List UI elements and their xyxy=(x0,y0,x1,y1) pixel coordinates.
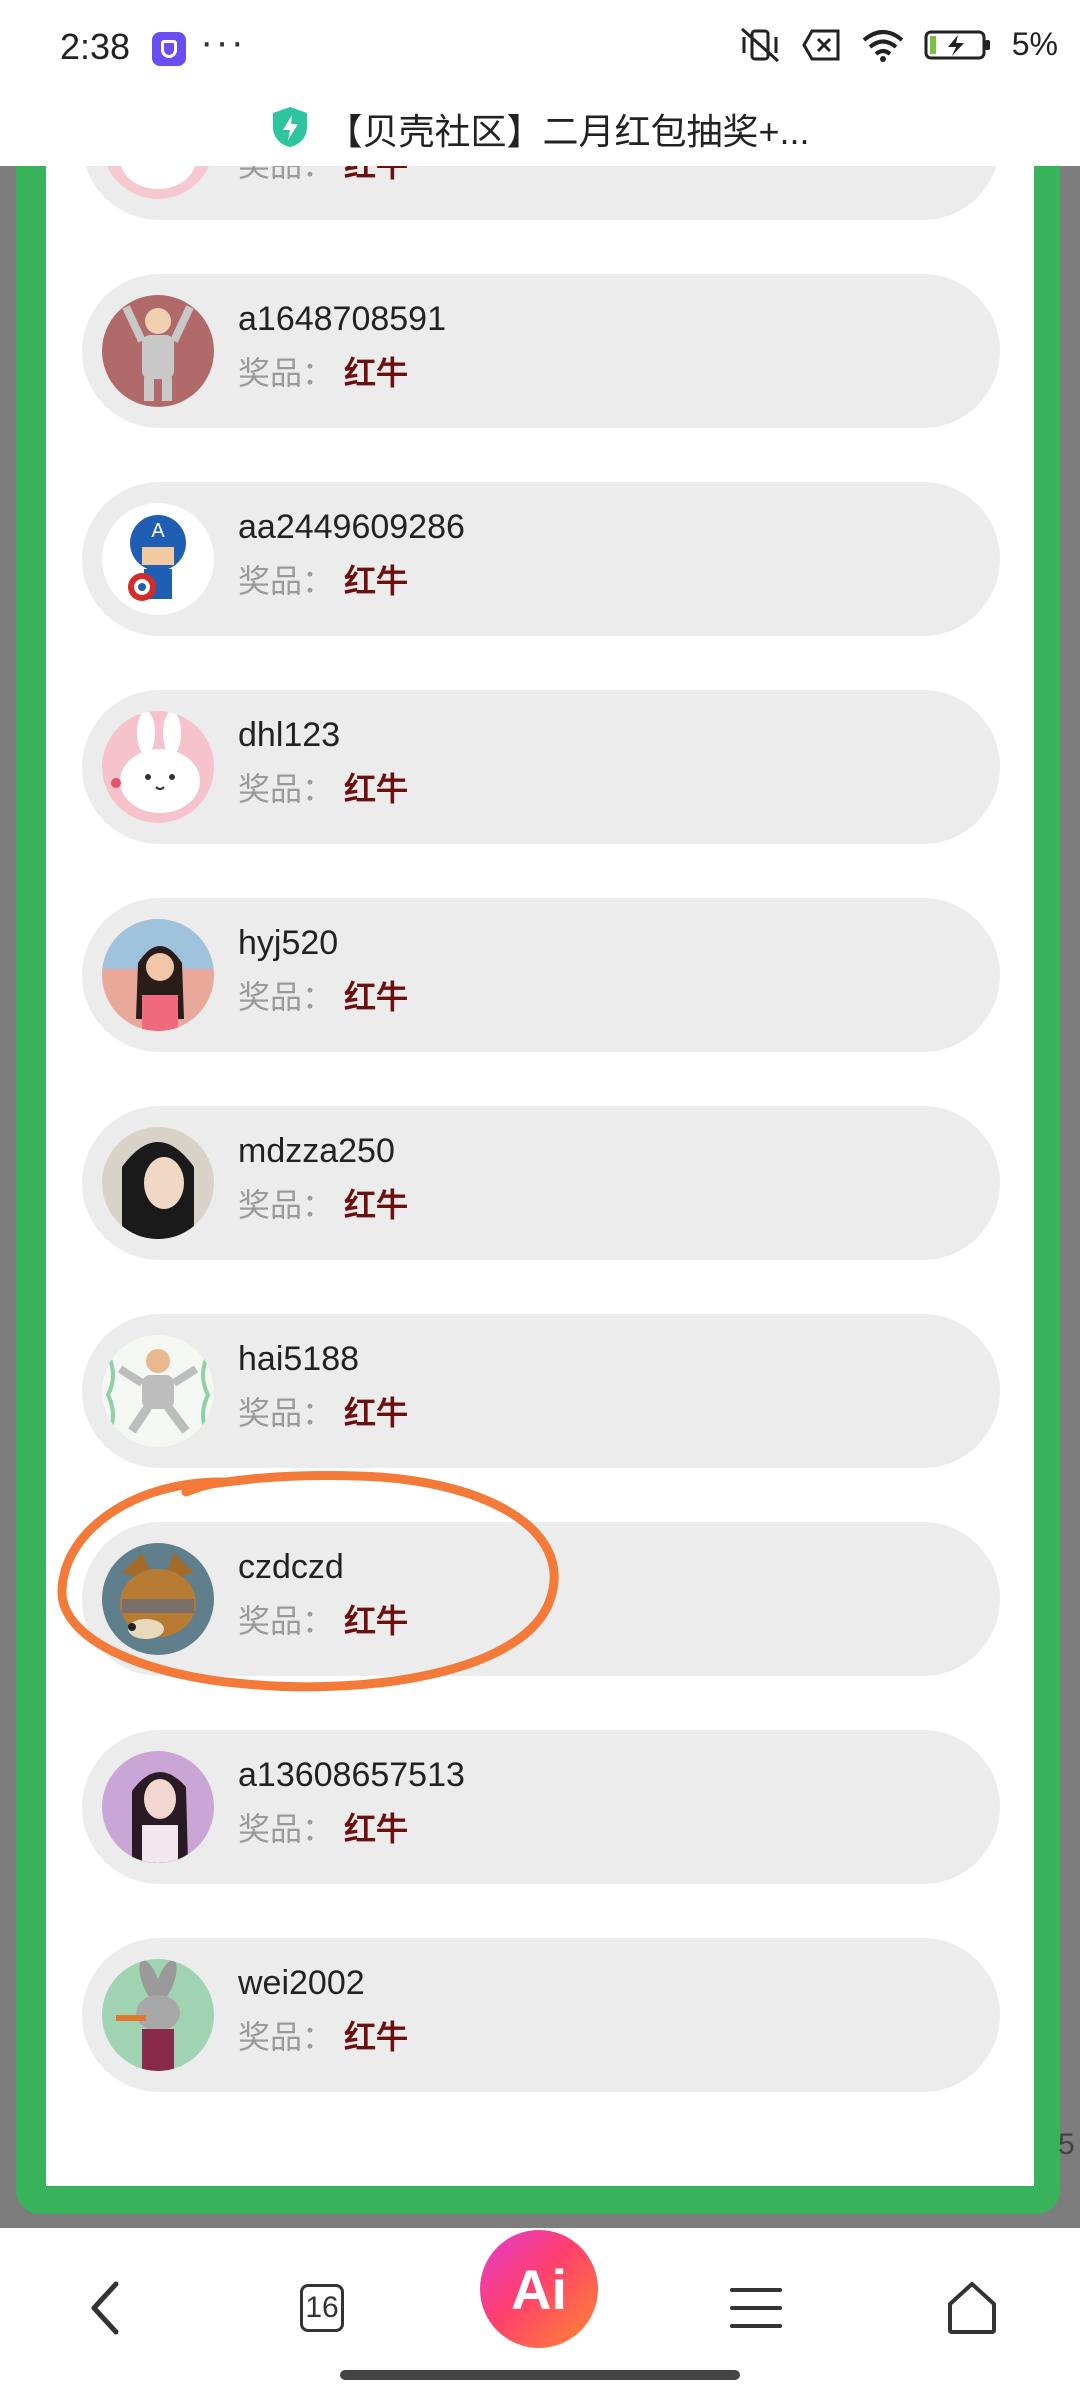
prize-line: 奖品：红牛 xyxy=(238,972,408,1018)
ai-assistant-button[interactable]: Ai xyxy=(480,2230,598,2348)
bunny-avatar-icon xyxy=(102,711,214,823)
home-button[interactable] xyxy=(932,2268,1012,2348)
prize-label: 奖品： xyxy=(238,1395,335,1431)
prize-label: 奖品： xyxy=(238,979,335,1015)
dog-cartoon-avatar-icon xyxy=(102,1543,214,1655)
prize-value: 红牛 xyxy=(344,355,409,391)
prize-line: 奖品：红牛 xyxy=(238,1388,408,1434)
winner-username: a13608657513 xyxy=(238,1756,465,1794)
prize-line: 奖品：红牛 xyxy=(238,1180,408,1226)
prize-value: 红牛 xyxy=(344,1603,409,1639)
home-indicator[interactable] xyxy=(340,2370,740,2380)
prize-label: 奖品： xyxy=(238,166,334,183)
prize-label: 奖品： xyxy=(238,1811,335,1847)
prize-label: 奖品： xyxy=(238,355,335,391)
winner-username: aa2449609286 xyxy=(238,508,465,546)
prize-label: 奖品： xyxy=(238,1187,335,1223)
winner-row[interactable]: czdczd 奖品： 红牛 xyxy=(82,1522,1000,1676)
prize-value: 红牛 xyxy=(344,979,409,1015)
svg-text:A: A xyxy=(151,520,165,542)
winner-username: mdzza250 xyxy=(238,1132,395,1170)
menu-icon xyxy=(730,2288,782,2328)
winner-username: czdczd xyxy=(238,1548,344,1586)
prize-line: 奖品：红牛 xyxy=(238,1596,408,1642)
prize-value: 红牛 xyxy=(344,563,409,599)
woman-photo-avatar-icon xyxy=(102,1751,214,1863)
prize-label: 奖品： xyxy=(238,563,335,599)
status-bar: 2:38 ··· 5% xyxy=(0,0,1080,92)
winner-username: hai5188 xyxy=(238,1340,360,1378)
winner-username: a1648708591 xyxy=(238,300,447,338)
prize-value: 红牛 xyxy=(344,1395,409,1431)
back-arrow-icon xyxy=(91,2281,119,2335)
prize-value: 红牛 xyxy=(344,1811,409,1847)
winner-row[interactable]: a13608657513 奖品： 红牛 xyxy=(82,1730,1000,1884)
winner-username: dhl123 xyxy=(238,716,341,754)
girl-photo-avatar-icon xyxy=(102,919,214,1031)
wifi-icon xyxy=(862,28,904,62)
offscreen-digit: 5 xyxy=(1058,2128,1075,2161)
prize-value: 红牛 xyxy=(344,1187,409,1223)
more-notifications-icon: ··· xyxy=(200,20,246,64)
captain-hero-avatar-icon: A xyxy=(102,503,214,615)
winner-row[interactable]: mdzza250 奖品： 红牛 xyxy=(82,1106,1000,1260)
prize-label: 奖品： xyxy=(238,771,335,807)
status-time: 2:38 xyxy=(60,26,131,67)
prize-value: 红牛 xyxy=(344,2019,409,2055)
dancing-figure-avatar-icon xyxy=(102,1335,214,1447)
winner-row[interactable]: 奖品： 红牛 xyxy=(82,166,1000,220)
winner-row[interactable]: dhl123 奖品： 红牛 xyxy=(82,690,1000,844)
tabs-button[interactable]: 16 xyxy=(282,2268,362,2348)
home-icon xyxy=(948,2282,996,2334)
winner-username: hyj520 xyxy=(238,924,339,962)
mute-vibrate-icon xyxy=(738,27,782,63)
prize-value: 红牛 xyxy=(344,166,408,183)
winner-list-card: 奖品：红牛 a1648708591 奖品：红牛 A xyxy=(46,166,1034,2186)
prize-line: 奖品：红牛 xyxy=(238,556,408,602)
vpn-shield-icon xyxy=(152,32,186,66)
portrait-photo-avatar-icon xyxy=(102,1127,214,1239)
winner-username: wei2002 xyxy=(238,1964,365,2002)
prize-value: 红牛 xyxy=(344,771,409,807)
winner-row[interactable]: hyj520 奖品： 红牛 xyxy=(82,898,1000,1052)
prize-line: 奖品： 红牛 xyxy=(238,166,408,186)
winner-row[interactable]: a1648708591 奖品： 红牛 xyxy=(82,274,1000,428)
battery-icon xyxy=(924,29,992,61)
prize-line: 奖品：红牛 xyxy=(238,2012,408,2058)
back-button[interactable] xyxy=(66,2268,146,2348)
menu-button[interactable] xyxy=(716,2268,796,2348)
title-bar: 【贝壳社区】二月红包抽奖+... xyxy=(0,92,1080,166)
status-icons: 5% xyxy=(738,26,1058,63)
winner-row[interactable]: wei2002 奖品： 红牛 xyxy=(82,1938,1000,2092)
prize-label: 奖品： xyxy=(238,2019,335,2055)
tabs-count-icon: 16 xyxy=(300,2284,344,2332)
prize-line: 奖品：红牛 xyxy=(238,764,408,810)
secure-shield-icon xyxy=(270,105,310,154)
winner-row[interactable]: A aa2449609286 奖品： 红牛 xyxy=(82,482,1000,636)
prize-line: 奖品：红牛 xyxy=(238,348,408,394)
no-sim-icon xyxy=(802,29,842,61)
prize-label: 奖品： xyxy=(238,1603,335,1639)
ai-label: Ai xyxy=(511,2257,567,2321)
bunny-avatar-icon xyxy=(102,166,214,199)
prize-line: 奖品：红牛 xyxy=(238,1804,408,1850)
rabbit-cartoon-avatar-icon xyxy=(102,1959,214,2071)
hanging-figure-avatar-icon xyxy=(102,295,214,407)
page-title: 【贝壳社区】二月红包抽奖+... xyxy=(326,111,810,152)
battery-percent: 5% xyxy=(1011,26,1058,62)
winner-row[interactable]: hai5188 奖品： 红牛 xyxy=(82,1314,1000,1468)
